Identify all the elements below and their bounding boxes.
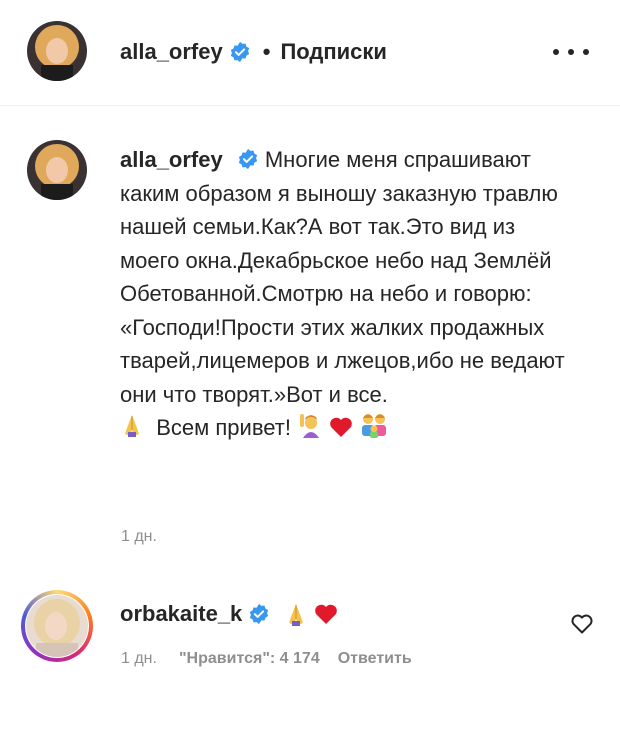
caption-greeting: Всем привет! bbox=[156, 415, 291, 440]
header-user-line: alla_orfey • Подписки bbox=[120, 38, 387, 66]
family-emoji-icon bbox=[359, 412, 389, 438]
comment-avatar[interactable] bbox=[26, 595, 88, 657]
header-separator: • bbox=[262, 39, 271, 64]
praying-hands-emoji-icon bbox=[284, 601, 308, 627]
comment-username[interactable]: orbakaite_k bbox=[120, 601, 242, 627]
caption-text: Многие меня спрашивают каким образом я в… bbox=[120, 147, 565, 407]
caption-timestamp: 1 дн. bbox=[121, 528, 157, 545]
verified-badge-icon bbox=[248, 603, 270, 625]
verified-badge-icon bbox=[229, 41, 251, 63]
praying-hands-emoji-icon bbox=[120, 412, 144, 438]
red-heart-emoji-icon bbox=[329, 416, 353, 438]
comment-meta: 1 дн. "Нравится": 4 174 Ответить bbox=[121, 650, 412, 668]
post-header: alla_orfey • Подписки bbox=[0, 0, 620, 106]
header-avatar[interactable] bbox=[27, 21, 87, 81]
red-heart-emoji-icon bbox=[314, 603, 338, 625]
header-username[interactable]: alla_orfey bbox=[120, 39, 223, 65]
caption-username[interactable]: alla_orfey bbox=[120, 147, 223, 172]
caption-avatar[interactable] bbox=[27, 140, 87, 200]
verified-badge-icon bbox=[237, 148, 259, 170]
more-options-icon[interactable] bbox=[553, 44, 589, 60]
caption-text-block: alla_orfey Многие меня спрашивают каким … bbox=[120, 143, 570, 445]
like-comment-heart-icon[interactable] bbox=[570, 612, 594, 636]
comment-timestamp: 1 дн. bbox=[121, 650, 157, 667]
person-raising-hand-emoji-icon bbox=[297, 412, 323, 438]
comment-likes-count[interactable]: "Нравится": 4 174 bbox=[179, 650, 320, 668]
reply-button[interactable]: Ответить bbox=[338, 650, 412, 668]
comment-line: orbakaite_k bbox=[120, 599, 338, 629]
following-button[interactable]: Подписки bbox=[280, 39, 387, 65]
